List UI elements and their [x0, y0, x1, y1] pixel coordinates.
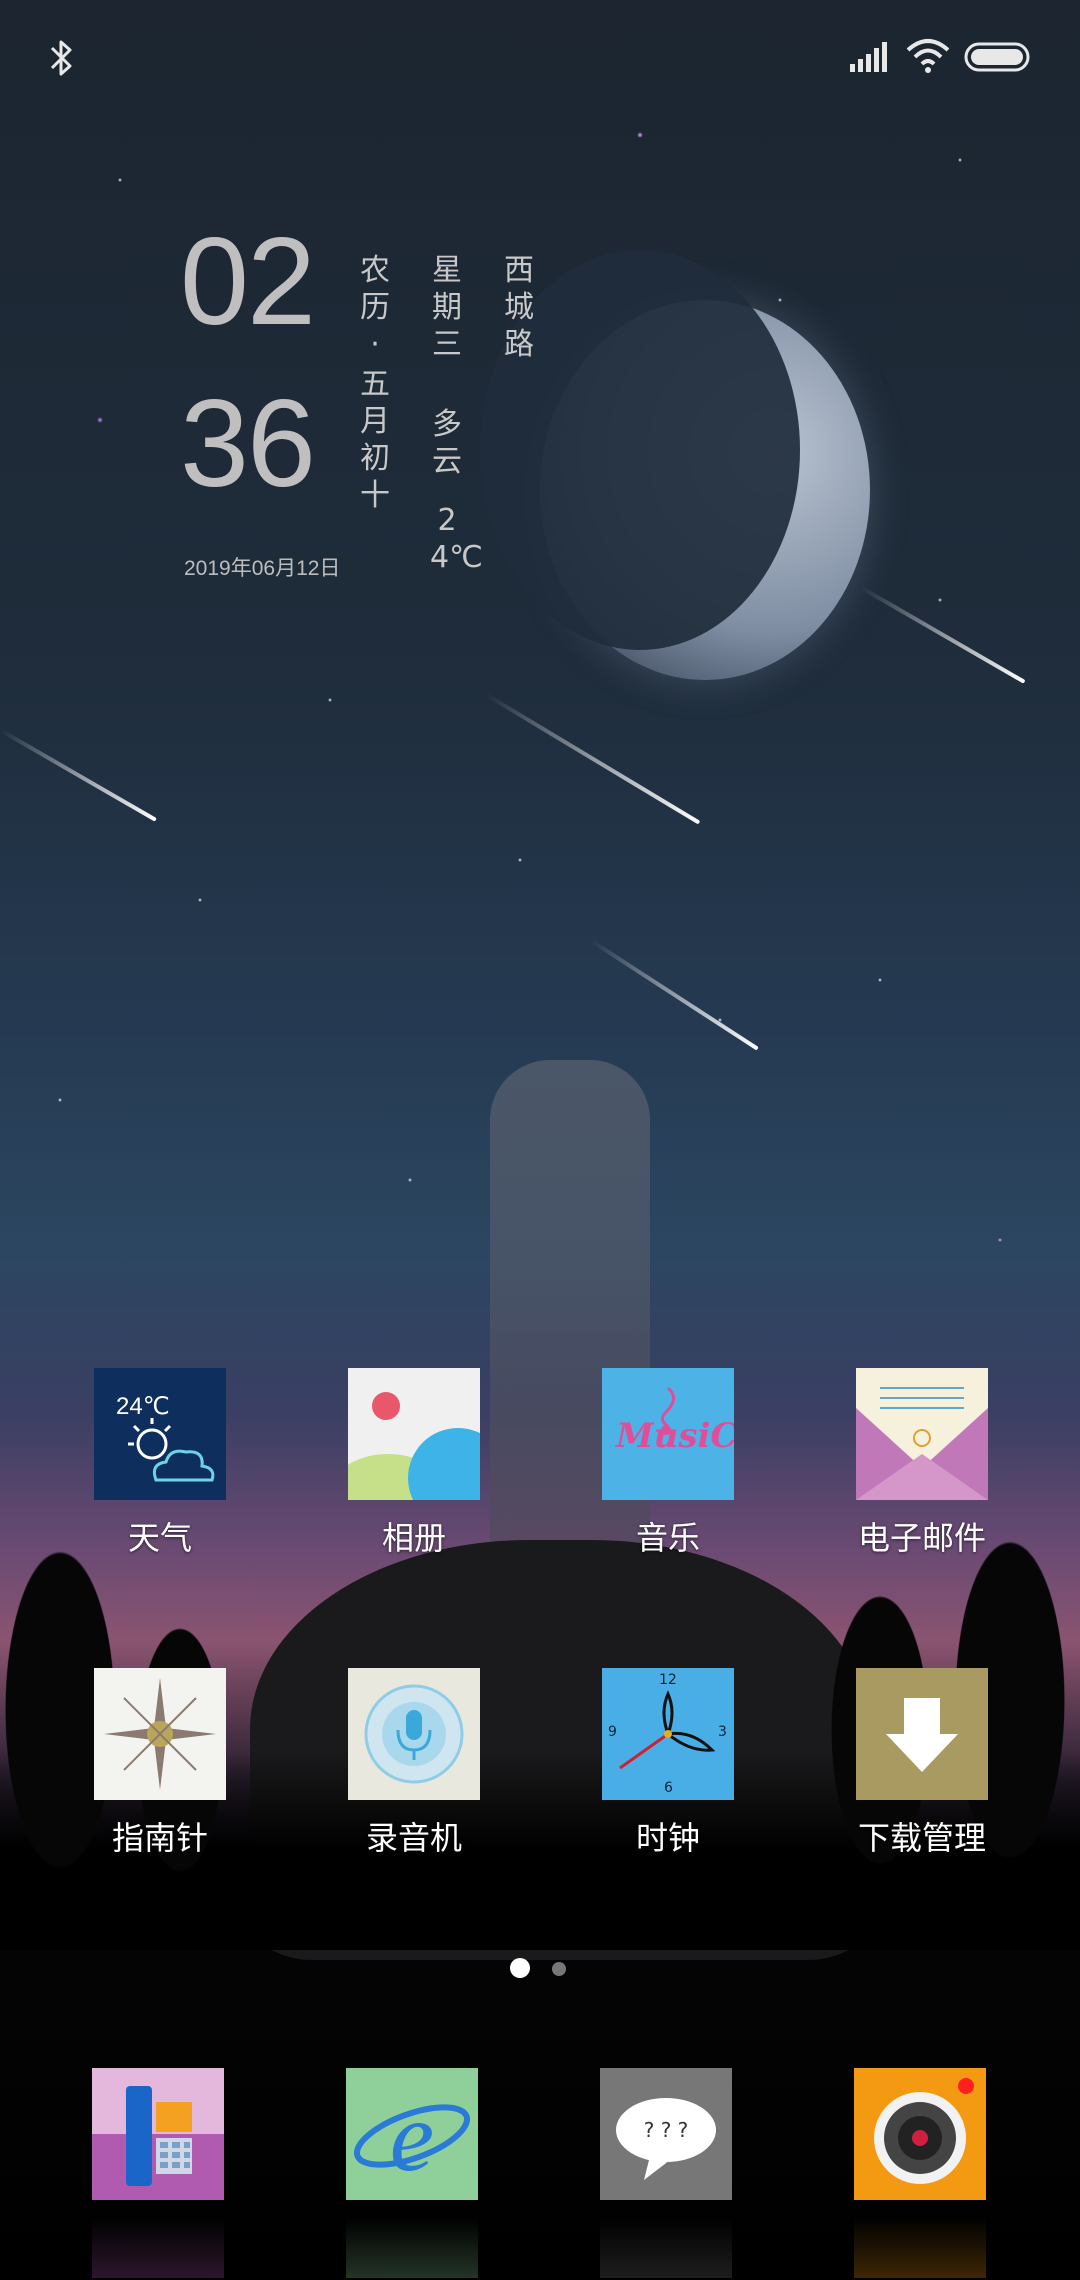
app-clock[interactable]: 12 3 6 9 时钟 [558, 1668, 778, 1858]
download-icon [856, 1668, 988, 1800]
lunar-date: 五月初十 [360, 367, 390, 513]
app-label: 相册 [381, 1519, 446, 1557]
app-label: 指南针 [111, 1819, 208, 1857]
app-label: 天气 [127, 1519, 192, 1557]
dock-browser[interactable]: e [346, 2068, 478, 2278]
weather-icon: 24℃ [94, 1368, 226, 1500]
page-dot-active[interactable] [510, 1958, 530, 1978]
lunar-label: 农历· [360, 253, 390, 362]
dock-reflection [600, 2218, 732, 2278]
bluetooth-icon [50, 40, 72, 76]
app-recorder[interactable]: 录音机 [304, 1668, 524, 1858]
page-dot[interactable] [552, 1962, 566, 1976]
clock-weather-widget[interactable]: 02 36 农历· 五月初十 星期三 多云 24℃ 西城路 2019年06月12… [180, 220, 580, 600]
dock-reflection [854, 2218, 986, 2278]
app-compass[interactable]: 指南针 [50, 1668, 270, 1858]
app-label: 电子邮件 [857, 1519, 986, 1557]
app-label: 录音机 [365, 1819, 462, 1857]
weekday-text: 星期三 [432, 253, 462, 362]
location-text: 西城路 [504, 253, 534, 362]
phone-icon [92, 2068, 224, 2200]
app-email[interactable]: 电子邮件 [812, 1368, 1032, 1558]
app-download-manager[interactable]: 下载管理 [812, 1668, 1032, 1858]
clock-icon: 12 3 6 9 [602, 1668, 734, 1800]
weather-condition: 多云 [432, 407, 462, 479]
camera-icon [854, 2068, 986, 2200]
dock-camera[interactable] [854, 2068, 986, 2278]
recorder-icon [348, 1668, 480, 1800]
wifi-icon [906, 39, 950, 73]
app-music[interactable]: MusiC 音乐 [558, 1368, 778, 1558]
page-indicator[interactable] [506, 1958, 586, 1982]
battery-icon [964, 42, 1030, 72]
weather-temperature: 24℃ [430, 503, 483, 575]
compass-icon [94, 1668, 226, 1800]
signal-icon [850, 42, 887, 72]
messages-icon: ? ? ? [600, 2068, 732, 2200]
email-icon [856, 1368, 988, 1500]
dock-reflection [346, 2218, 478, 2278]
app-label: 下载管理 [857, 1819, 986, 1857]
clock-hour: 02 [180, 213, 316, 351]
dock-messages[interactable]: ? ? ? [600, 2068, 732, 2278]
app-gallery[interactable]: 相册 [304, 1368, 524, 1558]
app-label: 音乐 [635, 1519, 700, 1557]
messages-icon-text: ? ? ? [643, 2118, 689, 2142]
music-icon: MusiC [602, 1368, 734, 1500]
dock: e ? ? ? [0, 2060, 1080, 2280]
dock-reflection [92, 2218, 224, 2278]
browser-icon: e [346, 2068, 478, 2200]
clock-minute: 36 [180, 375, 316, 513]
svg-text:e: e [390, 2081, 434, 2192]
app-label: 时钟 [635, 1819, 700, 1857]
status-bar [0, 0, 1080, 120]
date-text: 2019年06月12日 [184, 557, 341, 580]
gallery-icon [348, 1368, 480, 1500]
app-weather[interactable]: 24℃ 天气 [50, 1368, 270, 1558]
dock-phone[interactable] [92, 2068, 224, 2278]
